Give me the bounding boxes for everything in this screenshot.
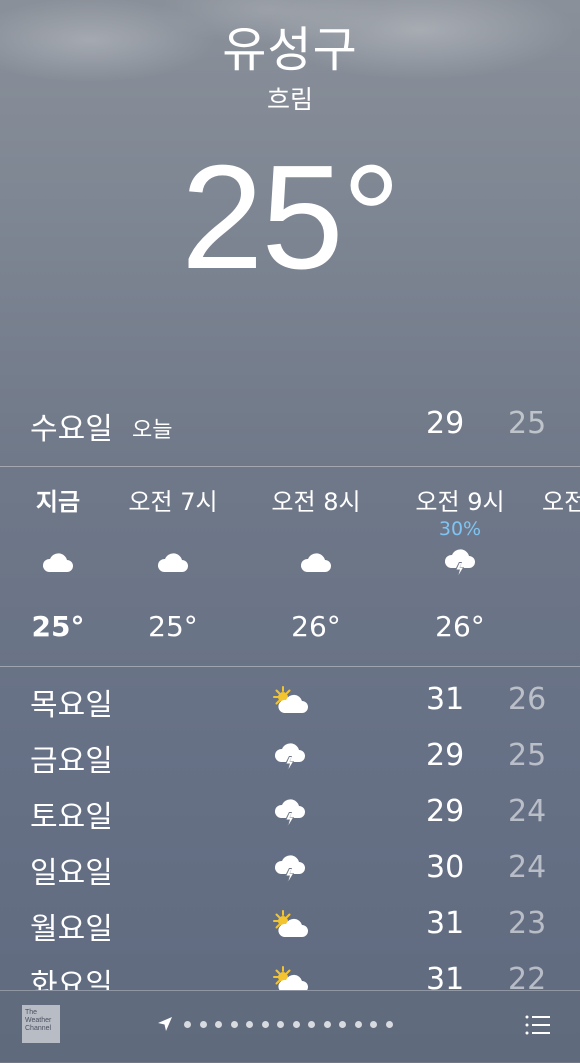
today-label: 오늘 xyxy=(132,418,173,443)
page-dot[interactable] xyxy=(230,1021,238,1028)
location-header: 유성구 흐림 xyxy=(0,18,580,116)
page-dot[interactable] xyxy=(354,1021,362,1028)
page-dot[interactable] xyxy=(370,1021,377,1028)
partly-sunny-icon xyxy=(273,686,308,713)
hour-time: 오전 9시 xyxy=(415,488,505,516)
hour-item: 오전 7시 25° xyxy=(103,468,243,666)
today-low: 25 xyxy=(508,406,547,441)
forecast-low: 24 xyxy=(508,850,547,885)
divider xyxy=(0,666,580,667)
forecast-high: 29 xyxy=(426,738,465,773)
partly-sunny-icon xyxy=(273,910,308,937)
page-dot[interactable] xyxy=(323,1021,331,1028)
list-icon[interactable] xyxy=(524,1013,552,1037)
hour-item: 오전 9시 30% 26° xyxy=(390,468,530,666)
page-dot[interactable] xyxy=(215,1021,222,1028)
forecast-day: 화요일 xyxy=(30,968,113,990)
hourly-forecast[interactable]: 지금 25° 오전 7시 25° 오전 8시 26° 오전 9시 30% 26°… xyxy=(0,468,580,666)
list-item: 일요일 30 24 xyxy=(0,840,580,896)
daily-forecast[interactable]: 목요일 31 26 금요일 29 25 토요일 29 24 일요일 30 24 … xyxy=(0,672,580,990)
weather-condition: 흐림 xyxy=(266,85,313,114)
current-temperature: 25° xyxy=(181,135,401,300)
hour-temp: 25° xyxy=(148,610,198,643)
today-high: 29 xyxy=(426,406,465,441)
thunderstorm-icon xyxy=(274,743,305,771)
weather-channel-logo[interactable]: The Weather Channel xyxy=(22,1005,60,1043)
forecast-high: 30 xyxy=(426,850,465,885)
forecast-low: 23 xyxy=(508,906,547,941)
forecast-day: 금요일 xyxy=(30,744,113,779)
forecast-day: 목요일 xyxy=(30,688,113,723)
page-dot[interactable] xyxy=(261,1021,269,1028)
page-dot[interactable] xyxy=(292,1021,300,1028)
page-dot[interactable] xyxy=(385,1021,393,1028)
cloud-icon xyxy=(42,553,73,572)
cloud-icon xyxy=(300,553,331,572)
hour-item: 오전 2 xyxy=(520,468,580,666)
today-day: 수요일 xyxy=(30,412,113,447)
forecast-low: 22 xyxy=(508,962,547,990)
forecast-day: 월요일 xyxy=(30,912,113,947)
thunderstorm-icon xyxy=(274,855,305,883)
forecast-day: 일요일 xyxy=(30,856,113,891)
forecast-low: 25 xyxy=(508,738,547,773)
hour-precip: 30% xyxy=(438,518,482,540)
page-indicator[interactable] xyxy=(184,1021,401,1029)
list-item: 월요일 31 23 xyxy=(0,896,580,952)
thunderstorm-icon xyxy=(274,799,305,827)
bottom-toolbar: The Weather Channel xyxy=(0,990,580,1063)
list-item: 화요일 31 22 xyxy=(0,952,580,990)
list-item: 목요일 31 26 xyxy=(0,672,580,728)
cloud-icon xyxy=(157,553,188,572)
forecast-low: 24 xyxy=(508,794,547,829)
page-dot[interactable] xyxy=(199,1021,207,1028)
hour-item: 오전 8시 26° xyxy=(246,468,386,666)
forecast-day: 토요일 xyxy=(30,800,113,835)
forecast-high: 31 xyxy=(426,962,465,990)
location-arrow-icon[interactable] xyxy=(156,1015,174,1033)
hour-time: 오전 xyxy=(542,488,580,516)
hour-time: 오전 7시 xyxy=(128,488,218,516)
forecast-high: 31 xyxy=(426,682,465,717)
forecast-low: 26 xyxy=(508,682,547,717)
page-dot[interactable] xyxy=(277,1021,284,1028)
thunderstorm-icon xyxy=(444,549,475,577)
page-dot[interactable] xyxy=(184,1021,191,1028)
page-dot[interactable] xyxy=(246,1021,253,1028)
divider xyxy=(0,466,580,467)
hour-temp: 26° xyxy=(435,610,485,643)
hour-temp: 26° xyxy=(291,610,341,643)
forecast-high: 31 xyxy=(426,906,465,941)
page-dot[interactable] xyxy=(339,1021,346,1028)
list-item: 토요일 29 24 xyxy=(0,784,580,840)
hour-time: 오전 8시 xyxy=(271,488,361,516)
forecast-high: 29 xyxy=(426,794,465,829)
city-name: 유성구 xyxy=(222,22,358,78)
today-summary: 수요일 오늘 29 25 xyxy=(0,400,580,452)
list-item: 금요일 29 25 xyxy=(0,728,580,784)
partly-sunny-icon xyxy=(273,966,308,990)
page-dot[interactable] xyxy=(308,1021,315,1028)
